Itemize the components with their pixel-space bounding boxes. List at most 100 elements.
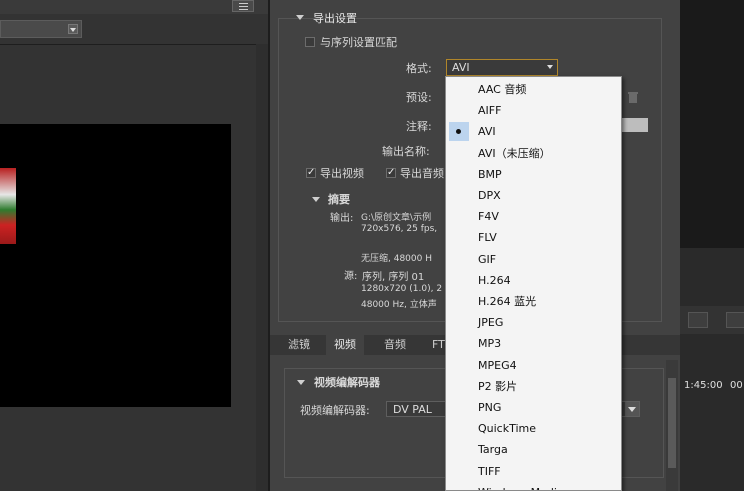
- format-option[interactable]: FLV: [446, 227, 621, 248]
- collapse-triangle-icon[interactable]: [297, 380, 305, 385]
- export-audio-checkbox[interactable]: ✓: [386, 168, 396, 178]
- format-option-label: P2 影片: [478, 379, 518, 393]
- option-marker: [449, 292, 469, 311]
- output-audio: 无压缩, 48000 H: [361, 254, 432, 264]
- summary-title: 摘要: [328, 193, 350, 206]
- format-option[interactable]: H.264 蓝光: [446, 291, 621, 312]
- format-option-label: MPEG4: [478, 358, 517, 372]
- format-select[interactable]: AVI: [446, 59, 558, 76]
- video-codec-title: 视频编解码器: [314, 376, 380, 389]
- format-option-label: AAC 音频: [478, 83, 527, 96]
- format-option-label: QuickTime: [478, 422, 537, 436]
- format-value: AVI: [452, 61, 470, 74]
- option-marker: [449, 483, 469, 490]
- divider: [0, 44, 268, 45]
- export-video-label: 导出视频: [320, 167, 364, 180]
- format-option-label: BMP: [478, 167, 502, 181]
- option-marker: [449, 228, 469, 247]
- match-sequence-label: 与序列设置匹配: [320, 36, 397, 49]
- scrollbar-thumb[interactable]: [668, 378, 676, 468]
- format-option[interactable]: BMP: [446, 164, 621, 185]
- timeline-tool-icon[interactable]: [688, 312, 708, 328]
- format-option[interactable]: JPEG: [446, 312, 621, 333]
- timeline-tool-icon[interactable]: [726, 312, 744, 328]
- source-label: 源:: [344, 271, 358, 282]
- format-option[interactable]: PNG: [446, 397, 621, 418]
- format-dropdown-list[interactable]: AAC 音频 AIFF AVI AVI（未压缩） BMP DPX F4V FLV GIF H.26…: [445, 76, 622, 491]
- option-marker: [449, 186, 469, 205]
- option-marker: [449, 250, 469, 269]
- format-option[interactable]: H.264: [446, 270, 621, 291]
- export-video-checkbox[interactable]: ✓: [306, 168, 316, 178]
- option-marker: [449, 271, 469, 290]
- trash-icon[interactable]: [628, 91, 638, 103]
- option-marker: [449, 419, 469, 438]
- option-marker: [449, 144, 469, 163]
- output-name-label: 输出名称:: [382, 145, 430, 158]
- selected-bullet-icon: [449, 122, 469, 142]
- format-option-label: JPEG: [478, 316, 504, 330]
- format-option[interactable]: Targa: [446, 439, 621, 460]
- format-option-label: FLV: [478, 231, 497, 245]
- format-option-label: AIFF: [478, 104, 502, 118]
- collapse-triangle-icon[interactable]: [312, 197, 320, 202]
- format-option[interactable]: MPEG4: [446, 355, 621, 376]
- timeline-panel: [680, 248, 744, 491]
- tab-filters[interactable]: 滤镜: [280, 335, 318, 355]
- format-option-label: GIF: [478, 252, 497, 266]
- format-option[interactable]: AAC 音频: [446, 79, 621, 100]
- chevron-down-icon: [68, 24, 78, 34]
- format-option[interactable]: AIFF: [446, 100, 621, 121]
- format-option[interactable]: P2 影片: [446, 376, 621, 397]
- left-scrollbar[interactable]: [256, 44, 268, 491]
- format-option[interactable]: AVI（未压缩）: [446, 143, 621, 164]
- notes-label: 注释:: [406, 120, 432, 133]
- format-option-label: DPX: [478, 189, 501, 202]
- option-marker: [449, 334, 469, 353]
- video-preview: [0, 124, 231, 407]
- format-option[interactable]: DPX: [446, 185, 621, 206]
- preset-label: 预设:: [406, 91, 432, 104]
- format-option[interactable]: MP3: [446, 333, 621, 354]
- format-option-label: AVI: [478, 125, 496, 139]
- format-option[interactable]: GIF: [446, 249, 621, 270]
- format-option[interactable]: TIFF: [446, 461, 621, 482]
- format-option[interactable]: AVI: [446, 121, 621, 142]
- match-sequence-checkbox[interactable]: [305, 37, 315, 47]
- chevron-down-icon: [625, 402, 639, 416]
- format-option-label: PNG: [478, 401, 502, 414]
- source-sequence: 序列, 序列 01: [362, 272, 425, 283]
- export-settings-title: 导出设置: [313, 12, 357, 25]
- option-marker: [449, 165, 469, 184]
- output-spec: 720x576, 25 fps,: [361, 224, 438, 234]
- option-marker: [449, 207, 469, 226]
- option-marker: [449, 313, 469, 332]
- video-thumbnail: [0, 168, 16, 244]
- format-option-label: Targa: [478, 443, 508, 457]
- format-option-label: AVI（未压缩）: [478, 146, 551, 160]
- format-option-label: MP3: [478, 337, 502, 351]
- option-marker: [449, 398, 469, 417]
- format-label: 格式:: [406, 62, 432, 75]
- option-marker: [449, 440, 469, 459]
- chevron-down-icon: [547, 65, 553, 69]
- option-marker: [449, 80, 469, 99]
- notes-input[interactable]: [620, 118, 648, 132]
- tab-video[interactable]: 视频: [326, 335, 364, 355]
- tab-audio[interactable]: 音频: [376, 335, 414, 355]
- format-option-label: Windows Media: [478, 482, 564, 490]
- timeline-timecode: 1:45:00: [684, 380, 723, 391]
- option-marker: [449, 377, 469, 396]
- output-path: G:\原创文章\示例: [361, 213, 432, 223]
- format-option-label: TIFF: [478, 464, 501, 478]
- dialog-scrollbar[interactable]: [666, 360, 678, 491]
- option-marker: [449, 356, 469, 375]
- source-select-dropdown[interactable]: [0, 20, 82, 38]
- format-option[interactable]: F4V: [446, 206, 621, 227]
- format-option-label: H.264: [478, 273, 511, 287]
- format-option[interactable]: QuickTime: [446, 418, 621, 439]
- collapse-triangle-icon[interactable]: [296, 15, 304, 20]
- panel-menu-icon[interactable]: [232, 0, 254, 12]
- format-option[interactable]: Windows Media: [446, 482, 621, 490]
- export-audio-label: 导出音频: [400, 167, 444, 180]
